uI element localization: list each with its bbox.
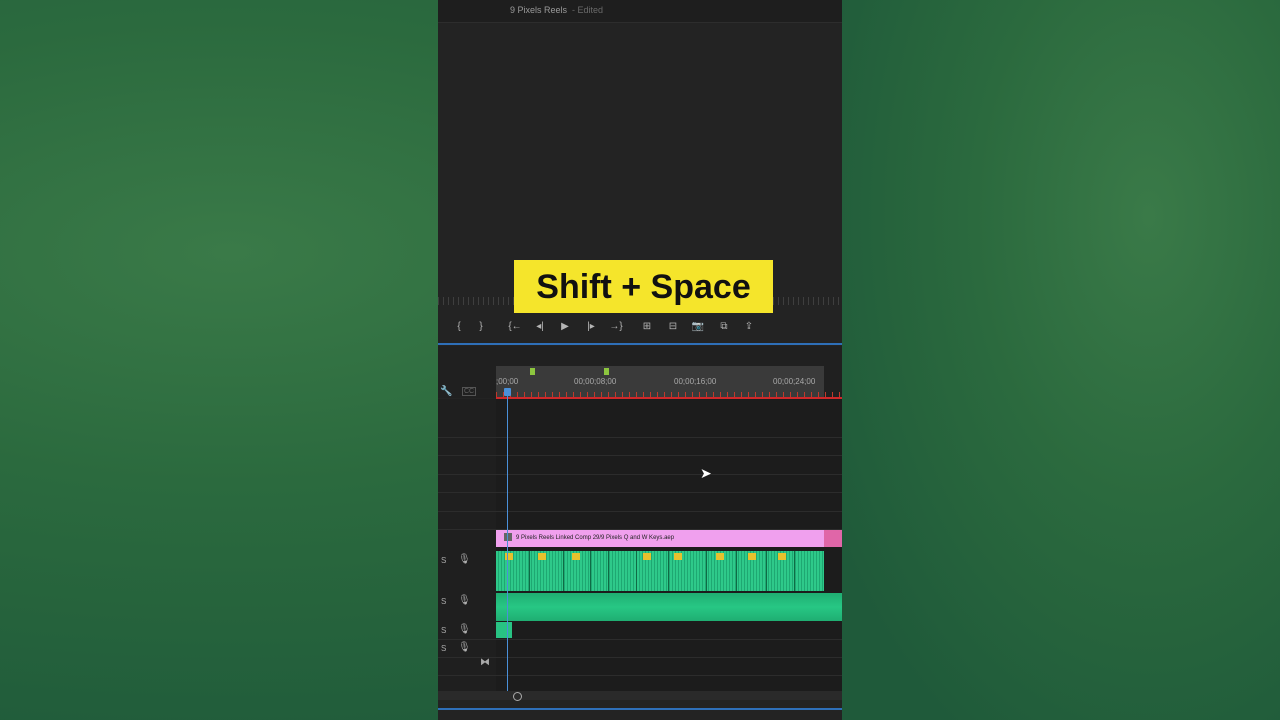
track-divider: [438, 511, 842, 512]
mic-icon[interactable]: 🎙: [458, 642, 471, 653]
solo-label[interactable]: S: [441, 556, 446, 565]
fx-badge-icon: [643, 553, 651, 560]
track-divider: [438, 455, 842, 456]
timeline-marker[interactable]: [604, 368, 609, 375]
mic-icon[interactable]: 🎙: [458, 595, 471, 606]
transport-controls: { } {← ◂| ▶ |▸ →} ⊞ ⊟ 📷 ⧉ ⇪: [438, 313, 842, 345]
clip-edge: [706, 551, 707, 591]
fx-badge-icon: [748, 553, 756, 560]
track-divider: [438, 492, 842, 493]
video-clip-end[interactable]: [824, 530, 842, 547]
track-divider: [438, 437, 842, 438]
audio-clip-track-3[interactable]: [496, 622, 512, 638]
timecode-2: 00;00;16;00: [674, 377, 717, 386]
clip-edge: [668, 551, 669, 591]
share-icon[interactable]: ⇪: [740, 319, 758, 335]
title-bar: 9 Pixels Reels - Edited: [438, 0, 842, 23]
fx-badge-icon: [778, 553, 786, 560]
mic-icon[interactable]: 🎙: [458, 554, 471, 565]
solo-label[interactable]: S: [441, 644, 446, 653]
track-divider: [438, 474, 842, 475]
fx-badge-icon: [538, 553, 546, 560]
mark-out-button[interactable]: }: [472, 319, 490, 335]
overwrite-button[interactable]: ⊟: [664, 319, 682, 335]
timeline-marker[interactable]: [530, 368, 535, 375]
fx-badge-icon: [572, 553, 580, 560]
scroll-handle[interactable]: [513, 692, 522, 701]
timecode-3: 00;00;24;00: [773, 377, 816, 386]
export-frame-icon[interactable]: 📷: [689, 319, 707, 335]
track-divider: [438, 675, 842, 676]
wrench-icon[interactable]: 🔧: [440, 386, 452, 397]
step-forward-button[interactable]: |▸: [582, 319, 600, 335]
timeline-scrollbar[interactable]: [438, 691, 842, 700]
play-button[interactable]: ▶: [556, 319, 574, 335]
clip-edge: [529, 551, 530, 591]
track-divider: [438, 657, 842, 658]
keyboard-shortcut-caption: Shift + Space: [514, 260, 773, 314]
timecode-0: ;00;00: [496, 377, 519, 386]
edit-status: - Edited: [572, 5, 604, 15]
fx-badge-icon: [716, 553, 724, 560]
timecode-1: 00;00;08;00: [574, 377, 617, 386]
clip-edge: [766, 551, 767, 591]
solo-label[interactable]: S: [441, 626, 446, 635]
clip-fx-icon: [504, 533, 512, 542]
audio-clip-track-2[interactable]: [496, 593, 842, 621]
mouse-cursor-icon: ➤: [700, 465, 712, 481]
fx-badge-icon: [674, 553, 682, 560]
project-name: 9 Pixels Reels: [510, 5, 568, 15]
captions-icon[interactable]: CC: [462, 387, 477, 396]
insert-button[interactable]: ⊞: [638, 319, 656, 335]
track-divider: [438, 639, 842, 640]
background-right: [842, 0, 1280, 720]
playhead[interactable]: [507, 388, 508, 691]
caption-text: Shift + Space: [536, 267, 751, 306]
clip-edge: [636, 551, 637, 591]
mark-in-button[interactable]: {: [450, 319, 468, 335]
video-clip[interactable]: 9 Pixels Reels Linked Comp 29/9 Pixels Q…: [496, 530, 824, 547]
clip-edge: [736, 551, 737, 591]
premiere-app: 9 Pixels Reels - Edited Shift + Space { …: [438, 0, 842, 720]
go-to-out-button[interactable]: →}: [607, 319, 625, 335]
go-to-in-button[interactable]: {←: [506, 319, 524, 335]
step-back-button[interactable]: ◂|: [531, 319, 549, 335]
panel-focus-line: [438, 708, 842, 710]
clip-edge: [590, 551, 591, 591]
video-clip-label: 9 Pixels Reels Linked Comp 29/9 Pixels Q…: [516, 535, 675, 541]
clip-edge: [794, 551, 795, 591]
solo-label[interactable]: S: [441, 597, 446, 606]
clip-edge: [608, 551, 609, 591]
track-headers: S 🎙 S 🎙 S 🎙 S 🎙 ⧓: [438, 399, 497, 691]
compare-icon[interactable]: ⧉: [715, 319, 733, 335]
clip-edge: [563, 551, 564, 591]
track-end-icon[interactable]: ⧓: [480, 657, 490, 668]
mic-icon[interactable]: 🎙: [458, 624, 471, 635]
